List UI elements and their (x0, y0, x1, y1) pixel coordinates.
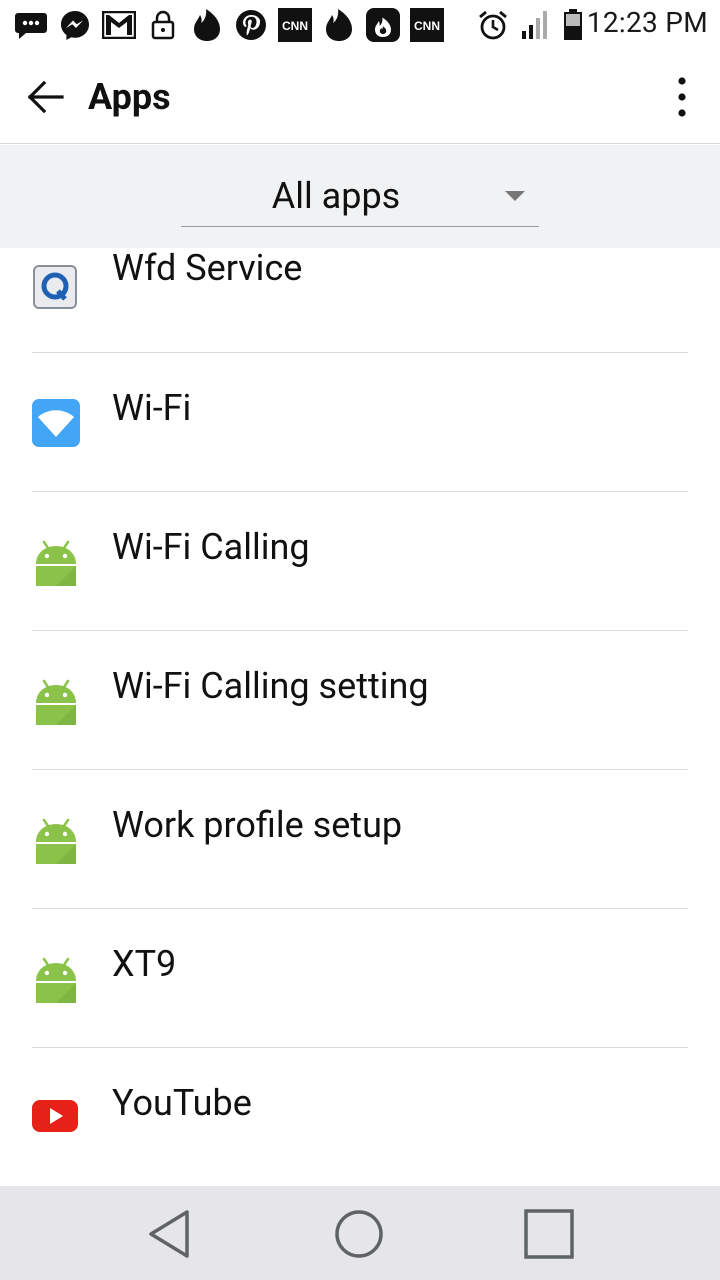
qualcomm-icon (32, 264, 80, 312)
wifi-icon (32, 399, 80, 447)
gmail-icon (102, 8, 136, 42)
android-icon (32, 816, 80, 864)
nav-back-icon (149, 1210, 189, 1258)
battery-icon (556, 8, 590, 42)
nav-back-button[interactable] (140, 1204, 200, 1264)
cnn-icon: CNN (278, 8, 312, 42)
tinder-flame-icon (366, 8, 400, 42)
nav-home-button[interactable] (329, 1204, 389, 1264)
lock-icon (146, 8, 180, 42)
list-item[interactable]: Work profile setup (0, 770, 720, 909)
cnn-text: CNN (282, 19, 308, 33)
tinder-flame-icon (322, 8, 356, 42)
navigation-bar (0, 1186, 720, 1280)
app-filter-dropdown[interactable]: All apps (181, 165, 539, 227)
tinder-flame-icon (190, 8, 224, 42)
list-item[interactable]: XT9 (0, 909, 720, 1048)
signal-icon (518, 8, 552, 42)
arrow-back-icon (27, 80, 64, 114)
more-vert-icon (678, 77, 686, 117)
page-title: Apps (88, 76, 171, 118)
list-item[interactable]: Wfd Service (0, 248, 720, 353)
status-clock: 12:23 PM (586, 6, 708, 39)
app-filter-selected: All apps (271, 175, 401, 217)
app-name: Wi-Fi Calling setting (112, 665, 429, 707)
pinterest-icon (234, 8, 268, 42)
app-bar: Apps (0, 50, 720, 144)
app-name: Wi-Fi (112, 387, 192, 429)
cnn-icon: CNN (410, 8, 444, 42)
app-name: YouTube (112, 1082, 252, 1124)
app-name: XT9 (112, 943, 177, 985)
list-item[interactable]: Wi-Fi (0, 353, 720, 492)
youtube-icon (32, 1098, 80, 1146)
app-name: Wfd Service (112, 248, 303, 289)
app-name: Work profile setup (112, 804, 403, 846)
nav-recents-button[interactable] (519, 1204, 579, 1264)
list-item[interactable]: YouTube (0, 1048, 720, 1186)
list-item[interactable]: Wi-Fi Calling (0, 492, 720, 631)
android-icon (32, 677, 80, 725)
overflow-menu-button[interactable] (664, 72, 700, 122)
nav-home-icon (335, 1210, 383, 1258)
app-list: Wfd Service Wi-Fi Wi-Fi Calling Wi-Fi Ca… (0, 248, 720, 1186)
status-bar: CNN CNN 12:23 PM (0, 0, 720, 50)
alarm-icon (476, 8, 510, 42)
nav-recents-icon (524, 1209, 574, 1259)
chat-bubble-icon (14, 8, 48, 42)
android-icon (32, 955, 80, 1003)
filter-bar: All apps (0, 145, 720, 248)
messenger-icon (58, 8, 92, 42)
app-name: Wi-Fi Calling (112, 526, 310, 568)
list-item[interactable]: Wi-Fi Calling setting (0, 631, 720, 770)
cnn-text: CNN (414, 19, 440, 33)
caret-down-icon (505, 191, 525, 201)
android-icon (32, 538, 80, 586)
back-button[interactable] (20, 72, 70, 122)
